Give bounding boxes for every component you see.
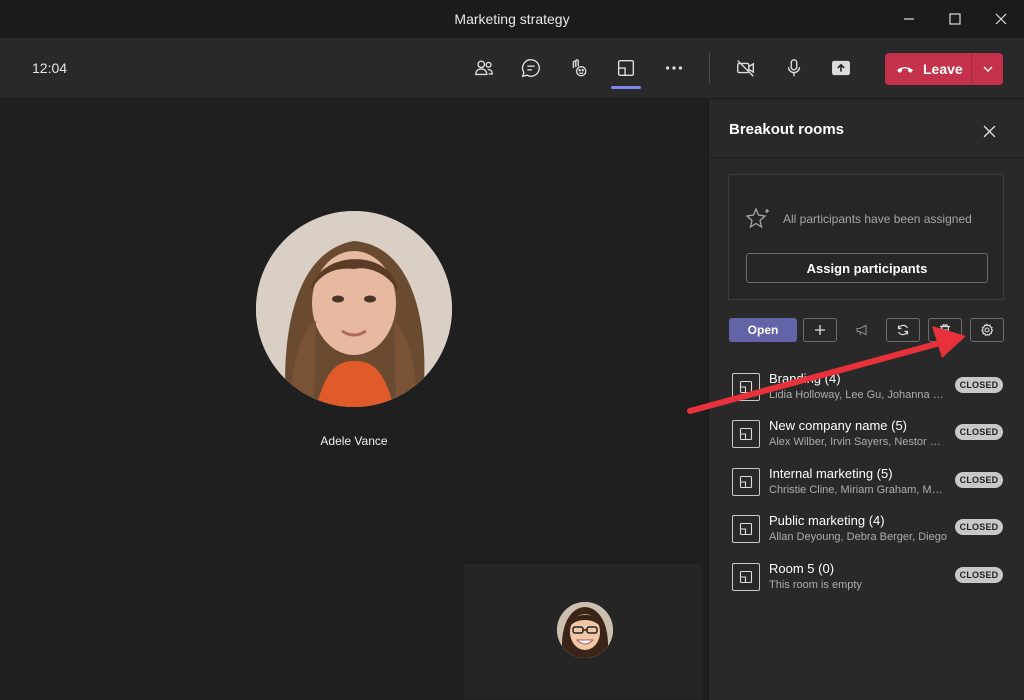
refresh-icon: [897, 324, 909, 336]
close-icon: [983, 125, 995, 137]
reactions-icon: [572, 59, 587, 77]
room-name: Internal marketing (5): [769, 466, 893, 481]
active-tab-indicator: [611, 86, 641, 89]
room-status-badge: CLOSED: [955, 424, 1003, 440]
breakout-rooms-icon: [617, 59, 635, 77]
trash-icon: [940, 324, 950, 337]
window-title: Marketing strategy: [454, 11, 570, 27]
close-window-button[interactable]: [978, 0, 1024, 38]
hang-up-icon: [897, 67, 913, 73]
reactions-button[interactable]: [563, 53, 593, 83]
participant-photo: [256, 211, 452, 407]
room-icon: [732, 420, 760, 448]
close-icon: [995, 13, 1007, 25]
more-icon: [665, 66, 683, 70]
delete-rooms-button[interactable]: [928, 318, 962, 342]
room-members: Allan Deyoung, Debra Berger, Diego: [769, 531, 947, 543]
sparkle-icon: [745, 207, 769, 229]
panel-header: Breakout rooms: [709, 99, 1024, 158]
camera-toggle-button[interactable]: [731, 53, 761, 83]
leave-button-group: Leave: [885, 53, 1003, 85]
announcement-button[interactable]: [850, 318, 874, 342]
add-room-button[interactable]: [803, 318, 837, 342]
camera-off-icon: [737, 60, 755, 77]
window-controls: [886, 0, 1024, 38]
people-button[interactable]: [469, 53, 499, 83]
room-members: Lidia Holloway, Lee Gu, Johanna Lorenz, …: [769, 389, 947, 401]
room-icon: [732, 563, 760, 591]
rooms-toolbar: Open: [709, 317, 1024, 345]
room-icon: [732, 373, 760, 401]
maximize-icon: [949, 13, 961, 25]
room-status-badge: CLOSED: [955, 472, 1003, 488]
chat-button[interactable]: [516, 53, 546, 83]
close-panel-button[interactable]: [977, 119, 1001, 143]
room-name: Public marketing (4): [769, 513, 885, 528]
breakout-rooms-button[interactable]: [611, 53, 641, 83]
share-content-button[interactable]: [826, 53, 856, 83]
room-icon: [732, 468, 760, 496]
room-status-badge: CLOSED: [955, 377, 1003, 393]
breakout-room-icon: [739, 522, 753, 536]
minimize-button[interactable]: [886, 0, 932, 38]
chat-icon: [521, 59, 540, 78]
recreate-rooms-button[interactable]: [886, 318, 920, 342]
minimize-icon: [904, 18, 914, 20]
room-members: This room is empty: [769, 579, 862, 591]
breakout-room-icon: [739, 475, 753, 489]
meeting-clock: 12:04: [32, 60, 68, 76]
gear-icon: [981, 323, 994, 337]
breakout-room-icon: [739, 427, 753, 441]
breakout-room-icon: [739, 570, 753, 584]
people-icon: [475, 60, 493, 76]
room-settings-button[interactable]: [970, 318, 1004, 342]
self-avatar: [557, 602, 613, 658]
self-photo: [557, 602, 613, 658]
room-members: Christie Cline, Miriam Graham, Megan: [769, 484, 947, 496]
room-item[interactable]: Branding (4) Lidia Holloway, Lee Gu, Joh…: [709, 367, 1024, 411]
assign-status-card: All participants have been assigned Assi…: [728, 174, 1004, 300]
participant-avatar: [256, 211, 452, 407]
room-item[interactable]: Room 5 (0) This room is empty CLOSED: [709, 557, 1024, 601]
meeting-toolbar: 12:04 Leave: [0, 38, 1024, 99]
assign-status-message: All participants have been assigned: [783, 212, 972, 226]
participant-name: Adele Vance: [320, 434, 388, 448]
plus-icon: [815, 325, 825, 335]
microphone-toggle-button[interactable]: [779, 53, 809, 83]
breakout-rooms-panel: Breakout rooms All participants have bee…: [708, 99, 1024, 700]
leave-button[interactable]: Leave: [885, 53, 971, 85]
assign-participants-button[interactable]: Assign participants: [746, 253, 988, 283]
toolbar-separator: [709, 52, 710, 84]
room-name: New company name (5): [769, 418, 907, 433]
breakout-room-icon: [739, 380, 753, 394]
room-item[interactable]: New company name (5) Alex Wilber, Irvin …: [709, 414, 1024, 458]
room-item[interactable]: Public marketing (4) Allan Deyoung, Debr…: [709, 509, 1024, 553]
room-name: Room 5 (0): [769, 561, 835, 576]
leave-options-button[interactable]: [972, 53, 1003, 85]
chevron-down-icon: [983, 66, 992, 72]
self-view-tile: [464, 564, 702, 699]
room-status-badge: CLOSED: [955, 519, 1003, 535]
room-status-badge: CLOSED: [955, 567, 1003, 583]
share-screen-icon: [832, 60, 850, 76]
microphone-icon: [787, 59, 801, 77]
maximize-button[interactable]: [932, 0, 978, 38]
room-members: Alex Wilber, Irvin Sayers, Nestor Wilke: [769, 436, 947, 448]
video-stage: Adele Vance: [0, 99, 708, 700]
open-rooms-button[interactable]: Open: [729, 318, 797, 342]
room-name: Branding (4): [769, 371, 841, 386]
megaphone-icon: [856, 324, 867, 336]
title-bar: Marketing strategy: [0, 0, 1024, 39]
leave-label: Leave: [923, 61, 963, 77]
panel-title: Breakout rooms: [729, 121, 845, 138]
room-item[interactable]: Internal marketing (5) Christie Cline, M…: [709, 462, 1024, 506]
room-icon: [732, 515, 760, 543]
more-actions-button[interactable]: [659, 53, 689, 83]
